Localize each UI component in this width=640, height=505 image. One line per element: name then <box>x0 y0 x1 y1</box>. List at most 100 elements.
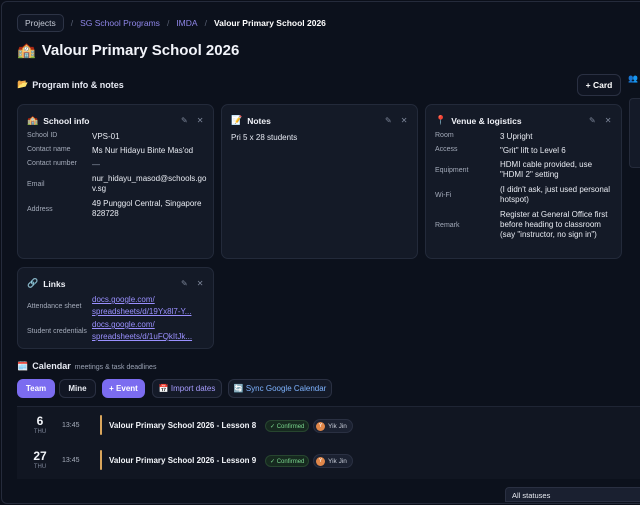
breadcrumb-current: Valour Primary School 2026 <box>213 18 326 28</box>
info-key: Address <box>27 205 53 213</box>
card-header: 🏫 School info <box>27 115 90 126</box>
breadcrumb-imda[interactable]: IMDA <box>176 18 197 28</box>
info-row: Remark Register at General Office first … <box>435 210 615 240</box>
close-icon[interactable]: ✕ <box>197 116 204 125</box>
edit-icon[interactable]: ✎ <box>181 116 188 125</box>
add-card-button[interactable]: + Card <box>577 74 621 96</box>
assignee-chip[interactable]: Y Yik Jin <box>313 454 353 468</box>
info-key: Access <box>435 146 458 153</box>
event-time: 13:45 <box>62 457 80 464</box>
assignee-chip[interactable]: Y Yik Jin <box>313 419 353 433</box>
event-row[interactable]: 27 THU 13:45 Valour Primary School 2026 … <box>17 449 640 479</box>
event-weekday: THU <box>33 464 47 470</box>
card-title: Links <box>43 278 66 289</box>
link-row: Attendance sheet docs.google.com/ spread… <box>27 294 191 318</box>
team-toggle-button[interactable]: Team <box>17 379 55 398</box>
import-dates-button[interactable]: 📅 Import dates <box>152 379 222 398</box>
people-icon[interactable]: 👥 <box>628 74 638 83</box>
breadcrumb-separator: / <box>204 18 207 28</box>
info-row: Wi-Fi (I didn't ask, just used personal … <box>435 185 612 205</box>
breadcrumb-projects[interactable]: Projects <box>17 14 64 32</box>
edit-icon[interactable]: ✎ <box>589 116 596 125</box>
section-title: Program info & notes <box>32 79 124 90</box>
calendar-title: Calendar <box>32 361 71 371</box>
info-key: Wi-Fi <box>435 191 452 199</box>
info-value: HDMI cable provided, use "HDMI 2" settin… <box>500 160 593 179</box>
email-value[interactable]: nur_hidayu_masod@schools.gov.sg <box>92 174 208 194</box>
card-title: Notes <box>247 115 271 126</box>
calendar-subtitle: meetings & task deadlines <box>74 364 157 371</box>
info-row: School ID VPS-01 <box>27 132 120 142</box>
link-line[interactable]: docs.google.com/ <box>92 319 192 331</box>
link-line[interactable]: docs.google.com/ <box>92 294 191 306</box>
card-title: School info <box>43 115 90 126</box>
page-title: 🏫 Valour Primary School 2026 <box>17 41 240 60</box>
close-icon[interactable]: ✕ <box>605 116 612 125</box>
info-value: — <box>92 160 100 169</box>
info-row: Address 49 Punggol Central, Singapore 82… <box>27 199 202 219</box>
card-tools: ✎ ✕ <box>589 116 611 125</box>
event-day: 6 <box>36 414 44 428</box>
info-key: Contact name <box>27 146 71 153</box>
sync-google-calendar-button[interactable]: 🔄 Sync Google Calendar <box>228 379 332 398</box>
links-card: 🔗 Links ✎ ✕ Attendance sheet docs.google… <box>17 267 214 349</box>
info-value: (I didn't ask, just used personal hotspo… <box>500 185 611 204</box>
card-tools: ✎ ✕ <box>385 116 407 125</box>
notes-text: Pri 5 x 28 students <box>231 133 298 142</box>
info-row: Equipment HDMI cable provided, use "HDMI… <box>435 160 612 180</box>
assignee-name: Yik Jin <box>328 422 347 430</box>
close-icon[interactable]: ✕ <box>401 116 408 125</box>
attendance-sheet-link[interactable]: docs.google.com/ spreadsheets/d/19Yx8l7-… <box>92 294 191 318</box>
info-value: "Grit" lift to Level 6 <box>500 146 566 155</box>
info-key: Remark <box>435 221 460 229</box>
card-title: Venue & logistics <box>451 115 522 126</box>
event-title[interactable]: Valour Primary School 2026 - Lesson 8 <box>109 421 256 430</box>
edit-icon[interactable]: ✎ <box>385 116 392 125</box>
card-tools: ✎ ✕ <box>181 116 203 125</box>
info-key: Equipment <box>435 166 469 174</box>
status-badge: ✓ Confirmed <box>265 420 310 432</box>
event-title[interactable]: Valour Primary School 2026 - Lesson 9 <box>109 456 256 465</box>
notes-card: 📝 Notes ✎ ✕ Pri 5 x 28 students <box>221 104 418 259</box>
venue-card: 📍 Venue & logistics ✎ ✕ Room 3 Upright A… <box>425 104 622 259</box>
event-weekday: THU <box>33 429 47 435</box>
add-event-button[interactable]: + Event <box>102 379 145 398</box>
info-row: Contact number — <box>27 160 100 170</box>
event-date: 27 THU <box>30 449 50 470</box>
school-icon: 🏫 <box>17 42 36 59</box>
avatar: Y <box>316 421 325 431</box>
edit-icon[interactable]: ✎ <box>181 279 188 288</box>
mine-toggle-button[interactable]: Mine <box>59 379 96 398</box>
card-tools: ✎ ✕ <box>181 279 203 288</box>
side-panel-handle[interactable] <box>629 98 640 168</box>
info-value: 49 Punggol Central, Singapore 828728 <box>92 199 202 218</box>
avatar: Y <box>316 456 325 466</box>
info-row: Email nur_hidayu_masod@schools.gov.sg <box>27 174 208 194</box>
breadcrumb: Projects / SG School Programs / IMDA / V… <box>17 14 326 32</box>
status-filter-select[interactable]: All statuses <box>505 487 640 502</box>
folder-icon: 📂 <box>17 79 29 89</box>
event-row[interactable]: 6 THU 13:45 Valour Primary School 2026 -… <box>17 414 640 444</box>
link-line[interactable]: spreadsheets/d/19Yx8l7-Y... <box>92 306 191 318</box>
page-title-text: Valour Primary School 2026 <box>41 41 240 59</box>
link-key: Student credentials <box>27 327 87 335</box>
close-icon[interactable]: ✕ <box>197 279 204 288</box>
link-line[interactable]: spreadsheets/d/1uFQkItJk... <box>92 331 192 343</box>
info-key: Email <box>27 180 45 188</box>
event-color-bar <box>100 415 102 435</box>
event-date: 6 THU <box>30 414 50 435</box>
pin-icon: 📍 <box>435 115 447 125</box>
section-header: 📂 Program info & notes <box>17 79 124 90</box>
breadcrumb-sg-school-programs[interactable]: SG School Programs <box>80 18 160 28</box>
info-row: Access "Grit" lift to Level 6 <box>435 146 566 156</box>
info-row: Room 3 Upright <box>435 132 532 142</box>
info-value: VPS-01 <box>92 132 120 141</box>
link-key: Attendance sheet <box>27 302 82 310</box>
student-credentials-link[interactable]: docs.google.com/ spreadsheets/d/1uFQkItJ… <box>92 319 192 343</box>
calendar-icon: 🗓️ <box>17 361 29 371</box>
info-key: Contact number <box>27 160 77 167</box>
card-header: 🔗 Links <box>27 278 65 289</box>
card-header: 📍 Venue & logistics <box>435 115 522 126</box>
status-badge: ✓ Confirmed <box>265 455 310 467</box>
school-icon: 🏫 <box>27 115 39 125</box>
